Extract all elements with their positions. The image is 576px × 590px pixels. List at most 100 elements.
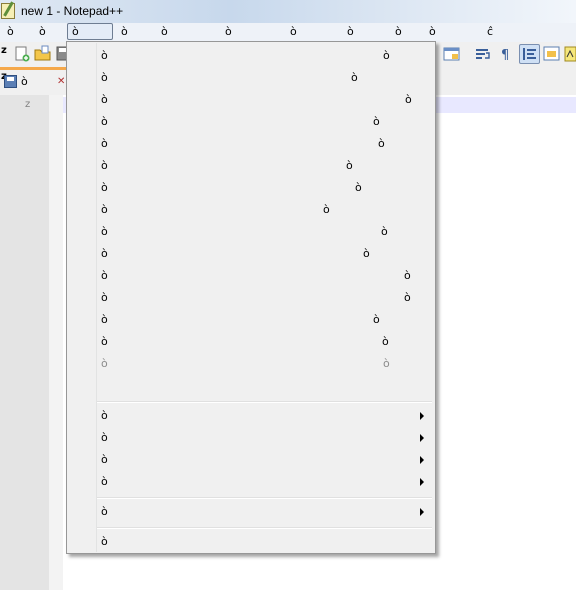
submenu-arrow-icon [420, 478, 424, 486]
menu-item-9[interactable]: ò [395, 25, 402, 38]
menu-entry-shortcut: ò [346, 159, 353, 172]
menu-entry-9[interactable]: ò ò [69, 221, 433, 243]
menu-item-2[interactable]: ò [39, 25, 46, 38]
menu-entry-shortcut: ò [382, 335, 389, 348]
menu-entry-label: ò [101, 453, 108, 466]
menu-item-8[interactable]: ò [347, 25, 354, 38]
menu-entry-14[interactable]: ò ò [69, 331, 433, 353]
submenu-arrow-icon [420, 508, 424, 516]
menu-item-10[interactable]: ò [429, 25, 436, 38]
menu-entry-10[interactable]: ò ò [69, 243, 433, 265]
toolbar-folder-icon[interactable] [443, 45, 461, 63]
menu-entry-shortcut: ò [355, 181, 362, 194]
line-number: z [25, 99, 31, 110]
menu-entry-label: ò [101, 291, 108, 304]
menu-entry-7[interactable]: ò ò [69, 177, 433, 199]
menu-entry-shortcut: ò [404, 291, 411, 304]
fold-margin [49, 95, 63, 590]
close-tab-icon[interactable]: ✕ [57, 76, 66, 87]
doc-map-icon[interactable] [564, 45, 576, 63]
menu-separator [97, 527, 432, 529]
menu-entry-label: ò [101, 49, 108, 62]
menu-entry-15-disabled: ò ò [69, 353, 433, 375]
menu-entry-label: ò [101, 475, 108, 488]
menu-entry-label: ò [101, 159, 108, 172]
menu-entry-label: ò [101, 115, 108, 128]
menu-item-3-open[interactable]: ò [67, 23, 113, 40]
menu-entry-shortcut: ò [323, 203, 330, 216]
submenu-entry-1[interactable]: ò [69, 405, 433, 427]
menu-entry-shortcut: ò [373, 313, 380, 326]
menu-entry-label: ò [101, 357, 108, 370]
menu-entry-label: ò [101, 181, 108, 194]
menu-entry-shortcut: ò [405, 93, 412, 106]
menu-item-5[interactable]: ò [161, 25, 168, 38]
menu-entry-label: ò [101, 409, 108, 422]
notepad-app-icon [1, 3, 15, 19]
indent-guide-icon[interactable] [519, 44, 540, 64]
menu-separator [97, 497, 432, 499]
menu-item-7[interactable]: ò [290, 25, 297, 38]
menu-entry-label: ò [101, 225, 108, 238]
menu-entry-shortcut: ò [383, 357, 390, 370]
menu-entry-label: ò [101, 313, 108, 326]
tab-label: ò [21, 75, 28, 88]
menu-entry-5[interactable]: ò ò [69, 133, 433, 155]
tab-new-1[interactable]: ò ✕ [0, 71, 66, 93]
menu-entry-label: ò [101, 431, 108, 444]
menu-entry-4[interactable]: ò ò [69, 111, 433, 133]
menu-entry-label: ò [101, 71, 108, 84]
menu-entry-shortcut: ò [363, 247, 370, 260]
show-all-characters-icon[interactable]: ¶ [497, 45, 515, 63]
menu-entry-shortcut: ò [404, 269, 411, 282]
menu-entry-shortcut: ò [373, 115, 380, 128]
menu-entry-label: ò [101, 93, 108, 106]
menu-entry-label: ò [101, 505, 108, 518]
open-file-icon[interactable] [34, 45, 52, 63]
menu-entry-shortcut: ò [351, 71, 358, 84]
menu-entry-label: ò [101, 335, 108, 348]
window-title: new 1 - Notepad++ [21, 4, 124, 18]
menu-entry-label: ò [101, 247, 108, 260]
menu-entry-label: ò [101, 535, 108, 548]
word-wrap-icon[interactable] [474, 45, 492, 63]
menu-entry-label: ò [101, 137, 108, 150]
menu-entry-16-disabled [69, 375, 433, 397]
submenu-arrow-icon [420, 412, 424, 420]
submenu-arrow-icon [420, 456, 424, 464]
menu-entry-8[interactable]: ò ò [69, 199, 433, 221]
menu-entry-shortcut: ò [381, 225, 388, 238]
menu-entry-13[interactable]: ò ò [69, 309, 433, 331]
svg-text:¶: ¶ [501, 48, 509, 63]
menu-item-4[interactable]: ò [121, 25, 128, 38]
menu-entry-3[interactable]: ò ò [69, 89, 433, 111]
submenu-entry-2[interactable]: ò [69, 427, 433, 449]
menu-entry-12[interactable]: ò ò [69, 287, 433, 309]
menu-entry-1[interactable]: ò ò [69, 45, 433, 67]
menu-entry-shortcut: ò [378, 137, 385, 150]
menu-separator [97, 401, 432, 403]
title-bar: new 1 - Notepad++ [0, 0, 576, 23]
menu-entry-label: ò [101, 269, 108, 282]
menu-item-11[interactable]: ĉ [487, 25, 493, 38]
menu-entry-shortcut: ò [383, 49, 390, 62]
toolbar-grip-label: z [1, 45, 7, 56]
menu-entry-label: ò [101, 203, 108, 216]
submenu-entry-5[interactable]: ò [69, 501, 433, 523]
line-number-gutter: z [0, 95, 49, 590]
submenu-entry-4[interactable]: ò [69, 471, 433, 493]
submenu-entry-3[interactable]: ò [69, 449, 433, 471]
submenu-arrow-icon [420, 434, 424, 442]
dropdown-menu: ò ò ò ò ò ò ò ò ò ò ò ò ò ò ò ò ò ò ò ò … [66, 41, 436, 554]
unsaved-document-icon [4, 75, 17, 88]
active-tab-indicator [0, 67, 66, 70]
menu-item-6[interactable]: ò [225, 25, 232, 38]
menu-entry-last[interactable]: ò [69, 531, 433, 553]
menu-item-1[interactable]: ò [7, 25, 14, 38]
menu-entry-11[interactable]: ò ò [69, 265, 433, 287]
new-file-icon[interactable] [13, 45, 31, 63]
user-defined-language-icon[interactable] [543, 45, 561, 63]
menu-bar: ò ò ò ò ò ò ò ò ò ò ĉ [0, 23, 576, 43]
menu-entry-2[interactable]: ò ò [69, 67, 433, 89]
menu-entry-6[interactable]: ò ò [69, 155, 433, 177]
